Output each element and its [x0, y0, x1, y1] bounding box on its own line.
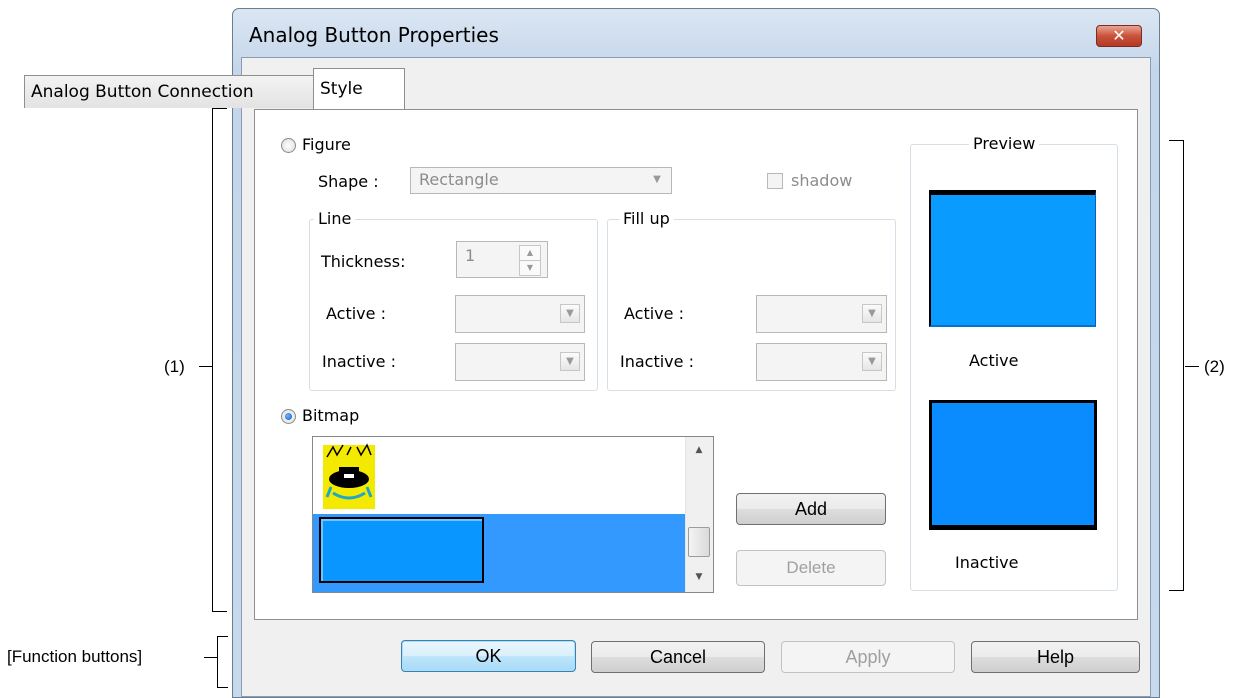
- bracket-two: [1169, 140, 1184, 591]
- bitmap-list[interactable]: ▲ ▼: [312, 436, 714, 593]
- fill-group-title: Fill up: [619, 209, 674, 228]
- chevron-down-icon: ▼: [862, 304, 882, 323]
- bracket-function-tick: [204, 657, 217, 658]
- list-item-swatch: [319, 517, 484, 583]
- close-button[interactable]: ✕: [1096, 25, 1142, 47]
- shape-dropdown[interactable]: Rectangle ▼: [410, 167, 672, 194]
- figure-label: Figure: [302, 135, 351, 154]
- line-inactive-label: Inactive :: [322, 352, 396, 371]
- add-button[interactable]: Add: [736, 493, 886, 525]
- line-inactive-dropdown[interactable]: ▼: [455, 343, 585, 381]
- apply-button[interactable]: Apply: [781, 641, 955, 673]
- chevron-down-icon: ▼: [560, 304, 580, 323]
- bracket-function: [217, 636, 228, 688]
- spin-down-icon: ▼: [519, 260, 541, 276]
- preview-inactive-swatch: [929, 400, 1097, 530]
- list-scrollbar[interactable]: ▲ ▼: [685, 437, 713, 592]
- close-icon: ✕: [1112, 26, 1126, 45]
- preview-title: Preview: [969, 134, 1040, 153]
- ok-button[interactable]: OK: [401, 640, 576, 672]
- line-active-dropdown[interactable]: ▼: [455, 295, 585, 333]
- bracket-two-tick: [1185, 366, 1199, 367]
- shadow-label: shadow: [791, 171, 853, 190]
- fill-active-label: Active :: [624, 304, 684, 323]
- button-bitmap-icon: [323, 443, 375, 509]
- cancel-button[interactable]: Cancel: [591, 641, 765, 673]
- scroll-down-icon[interactable]: ▼: [686, 572, 712, 582]
- fill-inactive-dropdown[interactable]: ▼: [756, 343, 887, 381]
- delete-button[interactable]: Delete: [736, 550, 886, 586]
- shape-value: Rectangle: [419, 170, 499, 189]
- fill-inactive-label: Inactive :: [620, 352, 694, 371]
- annotation-two: (2): [1204, 357, 1225, 376]
- bracket-one: [212, 108, 227, 612]
- figure-radio[interactable]: [281, 138, 296, 153]
- thickness-value: 1: [465, 246, 476, 265]
- dialog-title: Analog Button Properties: [249, 23, 499, 47]
- chevron-down-icon: ▼: [560, 352, 580, 371]
- line-active-label: Active :: [326, 304, 386, 323]
- list-item[interactable]: [323, 443, 375, 511]
- chevron-down-icon: ▼: [862, 352, 882, 371]
- fill-active-dropdown[interactable]: ▼: [756, 295, 887, 333]
- scroll-up-icon[interactable]: ▲: [686, 445, 712, 455]
- shadow-checkbox[interactable]: [767, 173, 783, 189]
- thickness-label: Thickness:: [321, 252, 406, 271]
- annotation-one: (1): [164, 357, 185, 376]
- shape-label: Shape :: [318, 172, 379, 191]
- bitmap-label: Bitmap: [302, 406, 360, 425]
- chevron-down-icon: ▼: [653, 174, 661, 185]
- help-button[interactable]: Help: [971, 641, 1140, 673]
- spin-up-icon: ▲: [519, 245, 541, 261]
- line-group-title: Line: [314, 209, 356, 228]
- preview-active-label: Active: [969, 351, 1019, 370]
- bracket-one-tick: [199, 366, 212, 367]
- preview-inactive-label: Inactive: [955, 553, 1019, 572]
- annotation-function-buttons: [Function buttons]: [7, 647, 143, 666]
- scroll-thumb[interactable]: [688, 527, 710, 557]
- thickness-spinner[interactable]: 1 ▲ ▼: [456, 241, 548, 278]
- tab-style[interactable]: Style: [313, 68, 405, 110]
- bitmap-radio[interactable]: [281, 409, 296, 424]
- tab-analog-button-connection[interactable]: Analog Button Connection: [24, 75, 322, 108]
- preview-active-swatch: [929, 190, 1096, 327]
